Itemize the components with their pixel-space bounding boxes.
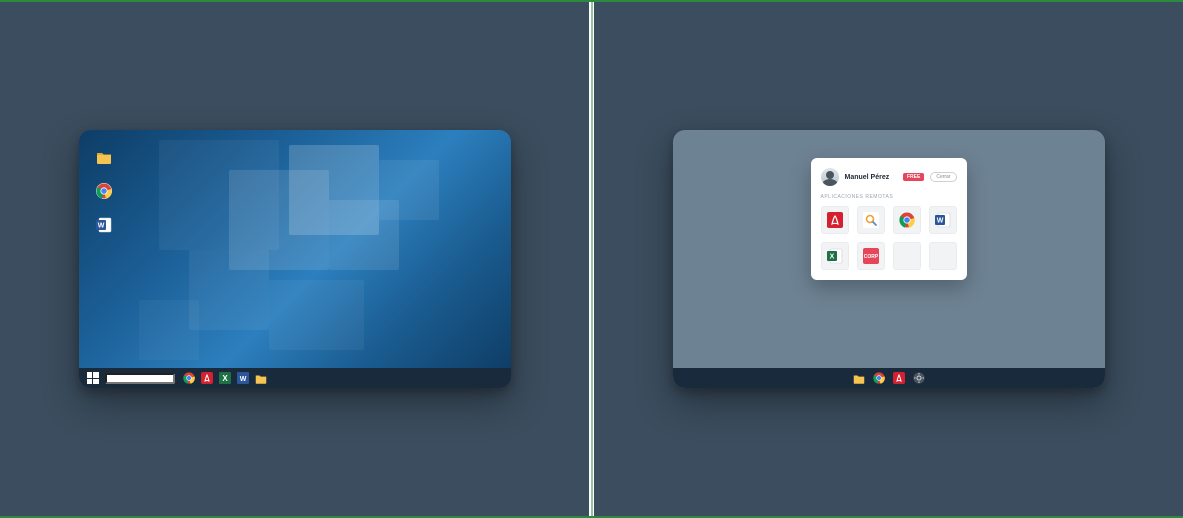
launcher-panel: Manuel Pérez FREE Cerrar APLICACIONES RE… (811, 158, 967, 280)
start-button[interactable] (87, 372, 99, 384)
taskbar-icon-folder[interactable] (255, 372, 267, 384)
taskbar: X W (79, 368, 511, 388)
app-tile-corp[interactable]: CORP (857, 242, 885, 270)
taskbar-icon-chrome[interactable] (183, 372, 195, 384)
desktop-icon-word[interactable]: W (95, 216, 113, 234)
svg-text:CORP: CORP (863, 254, 878, 260)
left-pane: W X W (0, 0, 589, 518)
close-button[interactable]: Cerrar (930, 172, 956, 182)
windows-desktop-screen: W X W (79, 130, 511, 388)
wallpaper (79, 130, 511, 388)
taskbar-icon-excel[interactable]: X (219, 372, 231, 384)
dock-icon-folder[interactable] (853, 372, 865, 384)
app-tile-acrobat[interactable] (821, 206, 849, 234)
app-tile-empty[interactable] (929, 242, 957, 270)
svg-text:X: X (222, 374, 228, 383)
right-pane: Manuel Pérez FREE Cerrar APLICACIONES RE… (594, 0, 1183, 518)
desktop-icons: W (95, 148, 113, 234)
user-name: Manuel Pérez (845, 174, 897, 181)
desktop-icon-chrome[interactable] (95, 182, 113, 200)
app-tile-word[interactable]: W (929, 206, 957, 234)
app-tile-chrome[interactable] (893, 206, 921, 234)
dock-icon-chrome[interactable] (873, 372, 885, 384)
app-tile-empty[interactable] (893, 242, 921, 270)
app-grid: W X CORP (821, 206, 957, 270)
taskbar-icon-acrobat[interactable] (201, 372, 213, 384)
app-tile-search[interactable] (857, 206, 885, 234)
taskbar-icon-word[interactable]: W (237, 372, 249, 384)
svg-text:W: W (239, 376, 246, 383)
panel-header: Manuel Pérez FREE Cerrar (821, 168, 957, 186)
avatar (821, 168, 839, 186)
app-tile-excel[interactable]: X (821, 242, 849, 270)
launcher-screen: Manuel Pérez FREE Cerrar APLICACIONES RE… (673, 130, 1105, 388)
dock (673, 368, 1105, 388)
svg-text:X: X (829, 254, 834, 261)
taskbar-icons: X W (183, 372, 267, 384)
svg-text:W: W (936, 218, 943, 225)
desktop-icon-folder[interactable] (95, 148, 113, 166)
svg-text:W: W (97, 223, 104, 230)
section-label: APLICACIONES REMOTAS (821, 194, 957, 200)
dock-icon-acrobat[interactable] (893, 372, 905, 384)
taskbar-search-input[interactable] (105, 373, 175, 384)
plan-badge: FREE (903, 173, 924, 181)
dock-icon-settings[interactable] (913, 372, 925, 384)
